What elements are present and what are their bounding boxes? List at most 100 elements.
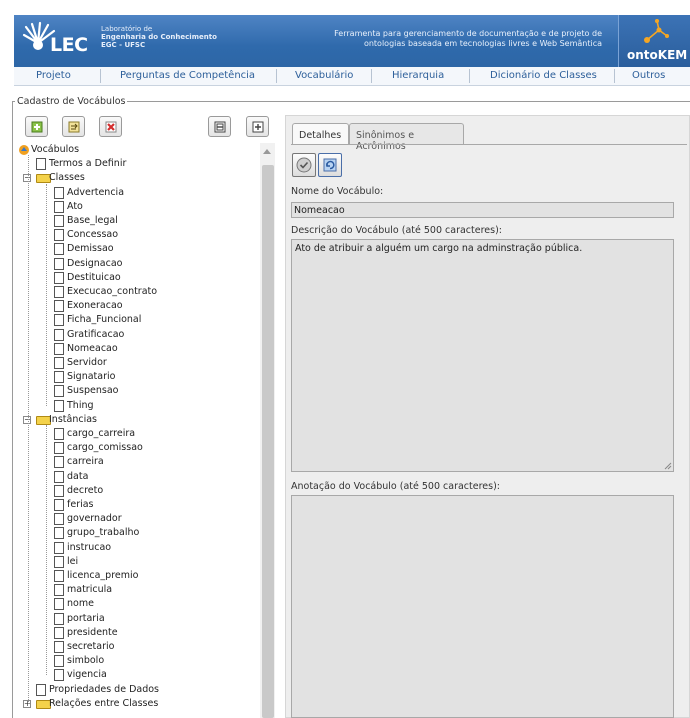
collapse-all-button[interactable] [208, 116, 231, 137]
tree-item-instance[interactable]: vigencia [18, 668, 258, 682]
tree-item-class[interactable]: Designacao [18, 257, 258, 271]
page-icon [54, 556, 64, 568]
descricao-field[interactable]: Ato de atribuir a alguém um cargo na adm… [291, 239, 674, 472]
page-icon [54, 243, 64, 255]
tree-item-instance[interactable]: licenca_premio [18, 569, 258, 583]
tree-item-class[interactable]: Concessao [18, 228, 258, 242]
menu-dicionario[interactable]: Dicionário de Classes [490, 70, 597, 81]
tree-item-termos[interactable]: Termos a Definir [18, 157, 258, 171]
page-icon [54, 314, 64, 326]
tree-guide-line [46, 184, 47, 406]
delete-button[interactable] [99, 116, 122, 137]
tree-item-instance[interactable]: grupo_trabalho [18, 526, 258, 540]
tree-item-class-label: Signatario [67, 371, 116, 382]
tree-item-instance[interactable]: cargo_comissao [18, 441, 258, 455]
tree-scrollbar[interactable] [260, 143, 275, 718]
lab-line-3: EGC - UFSC [101, 41, 146, 49]
tree-item-instancias[interactable]: − Instâncias [18, 413, 258, 427]
tree-item-instance[interactable]: matricula [18, 583, 258, 597]
tree-item-class[interactable]: Signatario [18, 370, 258, 384]
tree-item-instance[interactable]: data [18, 470, 258, 484]
menu-separator [100, 69, 101, 83]
tree-item-instance-label: ferias [67, 499, 94, 510]
tree-item-instance[interactable]: nome [18, 597, 258, 611]
tree-item-class-label: Advertencia [67, 187, 125, 198]
refresh-icon [323, 158, 337, 172]
resize-grip-icon[interactable] [664, 462, 672, 470]
tree-item-instance[interactable]: carreira [18, 455, 258, 469]
tree-item-class[interactable]: Exoneracao [18, 299, 258, 313]
tree-item-instance-label: data [67, 471, 89, 482]
menu-perguntas[interactable]: Perguntas de Competência [120, 70, 255, 81]
tree-item-instance-label: simbolo [67, 655, 105, 666]
tree-item-class[interactable]: Gratificacao [18, 328, 258, 342]
page-icon [54, 300, 64, 312]
collapse-toggle-icon[interactable]: − [23, 416, 31, 424]
tree-item-class[interactable]: Suspensao [18, 384, 258, 398]
tree-item-instance[interactable]: lei [18, 555, 258, 569]
tree-item-instance[interactable]: portaria [18, 612, 258, 626]
page-icon [54, 371, 64, 383]
tab-detalhes[interactable]: Detalhes [292, 123, 349, 145]
tree-item-class[interactable]: Ficha_Funcional [18, 313, 258, 327]
expand-all-button[interactable] [246, 116, 269, 137]
tree-item-instance[interactable]: secretario [18, 640, 258, 654]
tree-item-instance-label: licenca_premio [67, 570, 139, 581]
page-icon [54, 442, 64, 454]
nome-label: Nome do Vocábulo: [291, 186, 384, 197]
tree-item-vocabulos[interactable]: Vocábulos [18, 143, 258, 157]
tree-item-vocabulos-label: Vocábulos [31, 144, 80, 155]
tree-item-class-label: Base_legal [67, 215, 118, 226]
tree-item-instance[interactable]: decreto [18, 484, 258, 498]
collapse-toggle-icon[interactable]: − [23, 174, 31, 182]
tree-item-class[interactable]: Advertencia [18, 186, 258, 200]
tree-item-instance[interactable]: presidente [18, 626, 258, 640]
tree-item-class[interactable]: Destituicao [18, 271, 258, 285]
ontokem-logo: ontoKEM [618, 15, 690, 67]
lab-line-2: Engenharia do Conhecimento [101, 33, 217, 41]
menu-projeto[interactable]: Projeto [36, 70, 71, 81]
tree-item-class[interactable]: Nomeacao [18, 342, 258, 356]
vocabulary-tree: Vocábulos Termos a Definir − Classes Adverte… [18, 143, 258, 718]
add-button[interactable] [25, 116, 48, 137]
scroll-thumb[interactable] [262, 165, 274, 718]
tree-item-class[interactable]: Demissao [18, 242, 258, 256]
tree-item-instance-label: governador [67, 513, 122, 524]
tree-item-instance[interactable]: ferias [18, 498, 258, 512]
menu-vocabulario[interactable]: Vocabulário [295, 70, 353, 81]
descricao-text: Ato de atribuir a alguém um cargo na adm… [295, 243, 583, 254]
tree-item-class[interactable]: Servidor [18, 356, 258, 370]
tree-item-class[interactable]: Base_legal [18, 214, 258, 228]
menu-hierarquia[interactable]: Hierarquia [392, 70, 444, 81]
scroll-up-arrow-icon[interactable] [263, 149, 271, 154]
tree-item-class[interactable]: Thing [18, 399, 258, 413]
tree-item-class[interactable]: Ato [18, 200, 258, 214]
delete-icon [105, 121, 117, 133]
tree-item-classes[interactable]: − Classes [18, 171, 258, 185]
tree-item-instance[interactable]: governador [18, 512, 258, 526]
tab-sinonimos[interactable]: Sinônimos e Acrônimos [349, 123, 464, 152]
edit-button[interactable] [62, 116, 85, 137]
menu-outros[interactable]: Outros [632, 70, 665, 81]
nome-field[interactable]: Nomeacao [291, 202, 674, 218]
page-icon [54, 627, 64, 639]
page-icon [54, 513, 64, 525]
tree-item-instance-label: matricula [67, 584, 113, 595]
page-icon [54, 542, 64, 554]
refresh-button[interactable] [318, 153, 342, 177]
tree-item-class[interactable]: Execucao_contrato [18, 285, 258, 299]
tree-item-relacoes[interactable]: + Relações entre Classes [18, 697, 258, 711]
tree-item-relacoes-label: Relações entre Classes [49, 698, 159, 709]
save-button[interactable] [292, 153, 316, 177]
tree-item-class-label: Exoneracao [67, 300, 123, 311]
tree-item-propriedades[interactable]: Propriedades de Dados [18, 683, 258, 697]
page-icon [54, 215, 64, 227]
tree-item-instance[interactable]: simbolo [18, 654, 258, 668]
tree-item-instance-label: carreira [67, 456, 104, 467]
anotacao-field[interactable] [291, 495, 674, 718]
expand-all-icon [252, 121, 264, 133]
expand-toggle-icon[interactable]: + [23, 700, 31, 708]
tree-item-instance[interactable]: instrucao [18, 541, 258, 555]
tree-item-instance[interactable]: cargo_carreira [18, 427, 258, 441]
page-icon [54, 187, 64, 199]
